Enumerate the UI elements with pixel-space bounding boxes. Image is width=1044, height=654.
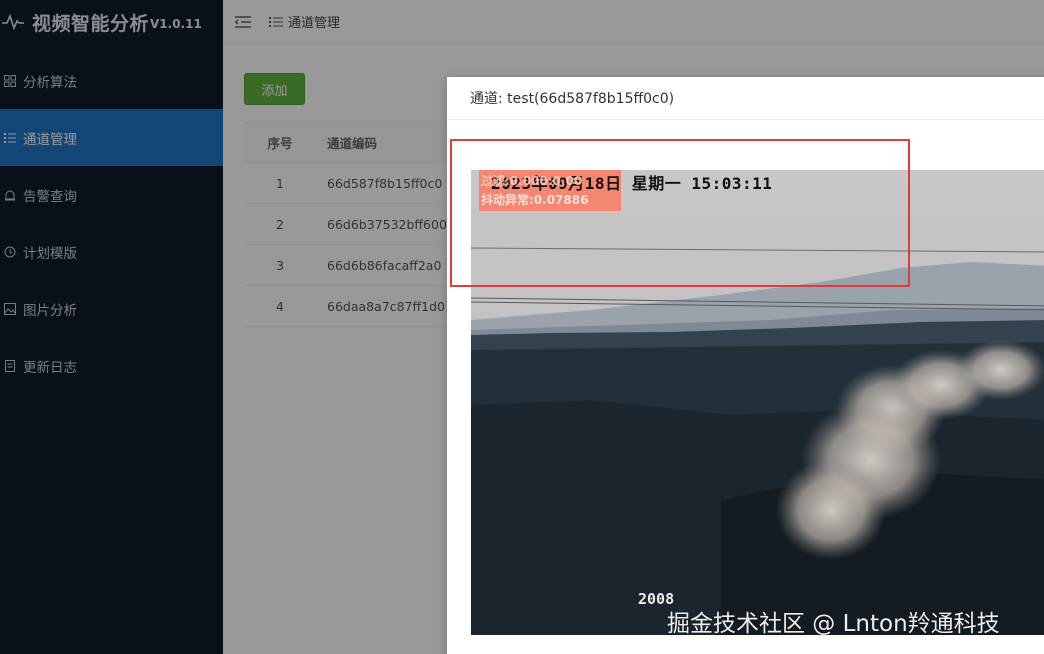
dialog-title: 通道: test(66d587f8b15ff0c0) (447, 77, 1044, 120)
highlight-box (450, 139, 910, 287)
watermark: 掘金技术社区 @ Lnton羚通科技 (667, 611, 1000, 637)
